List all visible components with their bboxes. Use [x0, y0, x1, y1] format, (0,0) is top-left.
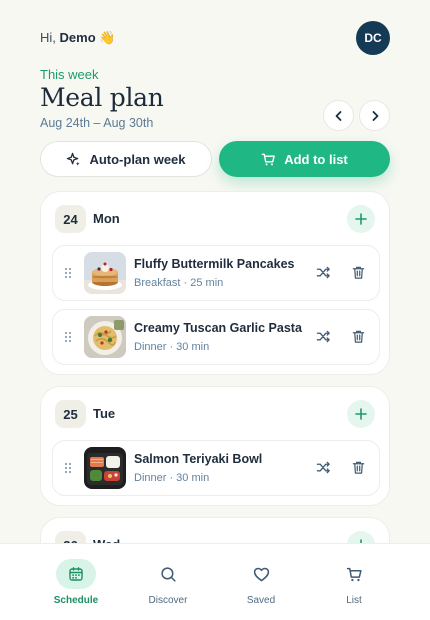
- day-number: 25: [55, 400, 86, 428]
- date-range: Aug 24th – Aug 30th: [40, 116, 154, 130]
- greeting: Hi, Demo 👋: [40, 30, 115, 46]
- meal-name: Creamy Tuscan Garlic Pasta: [134, 321, 302, 335]
- shuffle-icon[interactable]: [316, 265, 331, 280]
- day-card-tue: 25 Tue Salmon Teriyaki Bowl Dinner · 30 …: [40, 386, 390, 506]
- heart-icon: [241, 559, 281, 589]
- add-to-list-button[interactable]: Add to list: [219, 141, 390, 177]
- tab-list[interactable]: List: [314, 544, 394, 620]
- cart-icon: [261, 153, 276, 165]
- auto-plan-label: Auto-plan week: [89, 151, 186, 167]
- previous-week-button[interactable]: [323, 100, 354, 131]
- meal-item[interactable]: Creamy Tuscan Garlic Pasta Dinner · 30 m…: [52, 309, 380, 365]
- tab-label: Discover: [148, 595, 188, 606]
- trash-icon[interactable]: [351, 265, 366, 280]
- tab-discover[interactable]: Discover: [128, 544, 208, 620]
- day-card-mon: 24 Mon Fluffy Buttermilk Pancakes Breakf…: [40, 191, 390, 375]
- search-icon: [148, 559, 188, 589]
- tab-label: Schedule: [53, 595, 99, 606]
- plus-icon: [355, 408, 367, 420]
- tab-label: List: [346, 595, 362, 606]
- calendar-icon: [56, 559, 96, 589]
- pancakes-image: [84, 252, 126, 294]
- meal-item[interactable]: Fluffy Buttermilk Pancakes Breakfast · 2…: [52, 245, 380, 301]
- wave-icon: 👋: [99, 30, 116, 45]
- sparkle-icon: [67, 152, 81, 166]
- meal-meta: Breakfast · 25 min: [134, 277, 224, 289]
- auto-plan-week-button[interactable]: Auto-plan week: [40, 141, 212, 177]
- chevron-right-icon: [372, 110, 378, 121]
- cart-icon: [334, 559, 374, 589]
- meal-plan-screen: Hi, Demo 👋 DC This week Meal plan Aug 24…: [0, 0, 430, 620]
- tab-schedule[interactable]: Schedule: [36, 544, 116, 620]
- day-name: Mon: [93, 211, 120, 226]
- greeting-prefix: Hi,: [40, 30, 56, 45]
- meal-name: Fluffy Buttermilk Pancakes: [134, 257, 295, 271]
- drag-handle-icon[interactable]: [64, 462, 72, 474]
- plus-icon: [355, 213, 367, 225]
- day-number: 24: [55, 205, 86, 233]
- meal-meta: Dinner · 30 min: [134, 472, 210, 484]
- week-label: This week: [40, 67, 99, 82]
- trash-icon[interactable]: [351, 460, 366, 475]
- next-week-button[interactable]: [359, 100, 390, 131]
- tab-saved[interactable]: Saved: [221, 544, 301, 620]
- page-title: Meal plan: [40, 83, 164, 112]
- shuffle-icon[interactable]: [316, 460, 331, 475]
- avatar[interactable]: DC: [356, 21, 390, 55]
- meal-item[interactable]: Salmon Teriyaki Bowl Dinner · 30 min: [52, 440, 380, 496]
- meal-meta: Dinner · 30 min: [134, 341, 210, 353]
- tab-label: Saved: [246, 595, 276, 606]
- salmon-bowl-image: [84, 447, 126, 489]
- add-to-list-label: Add to list: [284, 151, 348, 167]
- add-meal-button[interactable]: [347, 205, 375, 233]
- drag-handle-icon[interactable]: [64, 331, 72, 343]
- meal-name: Salmon Teriyaki Bowl: [134, 452, 263, 466]
- drag-handle-icon[interactable]: [64, 267, 72, 279]
- add-meal-button[interactable]: [347, 400, 375, 428]
- bottom-tab-bar: Schedule Discover Saved List: [0, 543, 430, 620]
- day-name: Tue: [93, 406, 116, 421]
- trash-icon[interactable]: [351, 329, 366, 344]
- chevron-left-icon: [335, 110, 341, 121]
- shuffle-icon[interactable]: [316, 329, 331, 344]
- user-name: Demo: [59, 30, 96, 45]
- pasta-image: [84, 316, 126, 358]
